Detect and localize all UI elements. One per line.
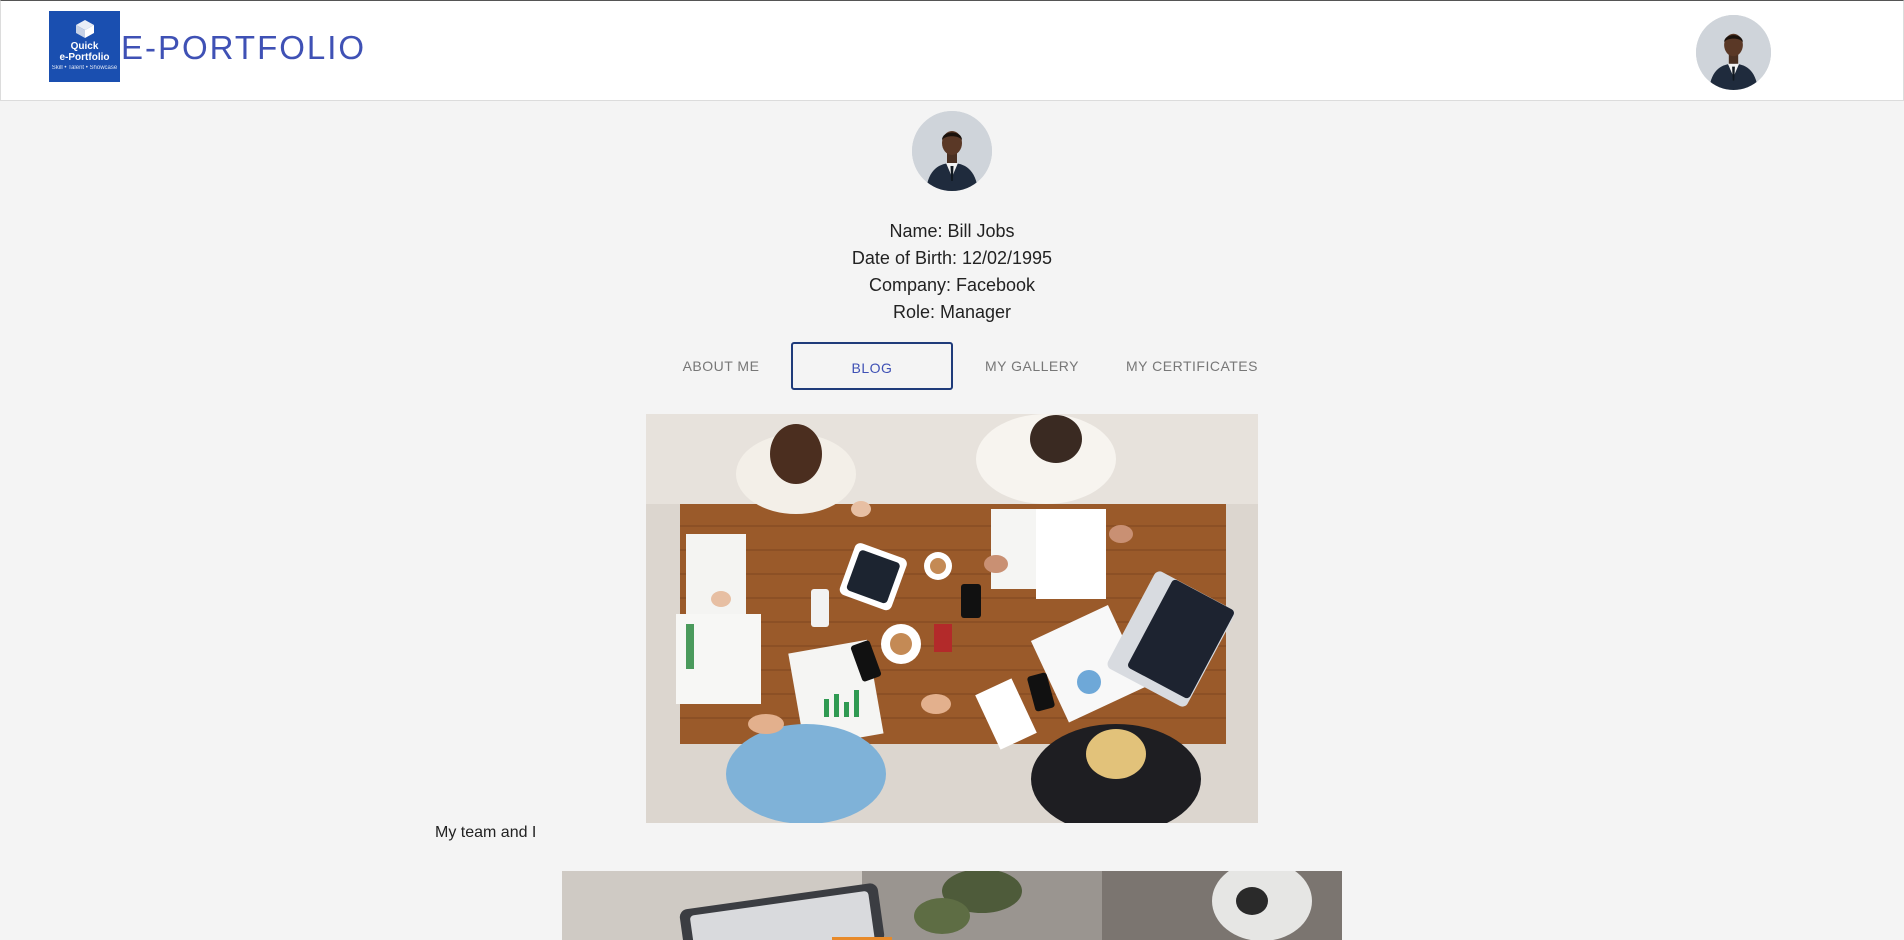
profile-info: Name: Bill Jobs Date of Birth: 12/02/199… — [752, 218, 1152, 326]
profile-role: Role: Manager — [892, 302, 1012, 322]
tab-about-me[interactable]: ABOUT ME — [656, 342, 786, 390]
profile-dob: Date of Birth: 12/02/1995 — [851, 248, 1053, 268]
logo-text-line1: Quick — [70, 41, 99, 52]
profile-tabs: ABOUT ME BLOG MY GALLERY MY CERTIFICATES — [630, 342, 1275, 390]
person-avatar-image — [912, 111, 992, 191]
app-logo[interactable]: Quick e-Portfolio Skill • Talent • Showc… — [49, 11, 120, 82]
blog-post-image[interactable] — [562, 871, 1342, 940]
blog-post-caption: My team and I — [435, 824, 537, 841]
user-avatar[interactable] — [1696, 15, 1771, 90]
top-navbar: Quick e-Portfolio Skill • Talent • Showc… — [0, 0, 1904, 101]
blog-post-image[interactable] — [646, 414, 1258, 823]
cube-logo-icon — [75, 20, 94, 38]
tab-my-certificates[interactable]: MY CERTIFICATES — [1112, 342, 1272, 390]
logo-tagline: Skill • Talent • Showcase — [51, 65, 118, 71]
person-avatar-image — [1696, 15, 1771, 90]
profile-company: Company: Facebook — [868, 275, 1036, 295]
profile-avatar — [912, 111, 992, 191]
tab-my-gallery[interactable]: MY GALLERY — [957, 342, 1107, 390]
team-meeting-photo — [646, 414, 1258, 823]
logo-text-line2: e-Portfolio — [59, 52, 110, 63]
workspace-laptop-photo — [562, 871, 1342, 940]
brand-title[interactable]: E-PORTFOLIO — [121, 29, 366, 67]
tab-blog[interactable]: BLOG — [791, 342, 953, 390]
profile-name: Name: Bill Jobs — [889, 221, 1015, 241]
